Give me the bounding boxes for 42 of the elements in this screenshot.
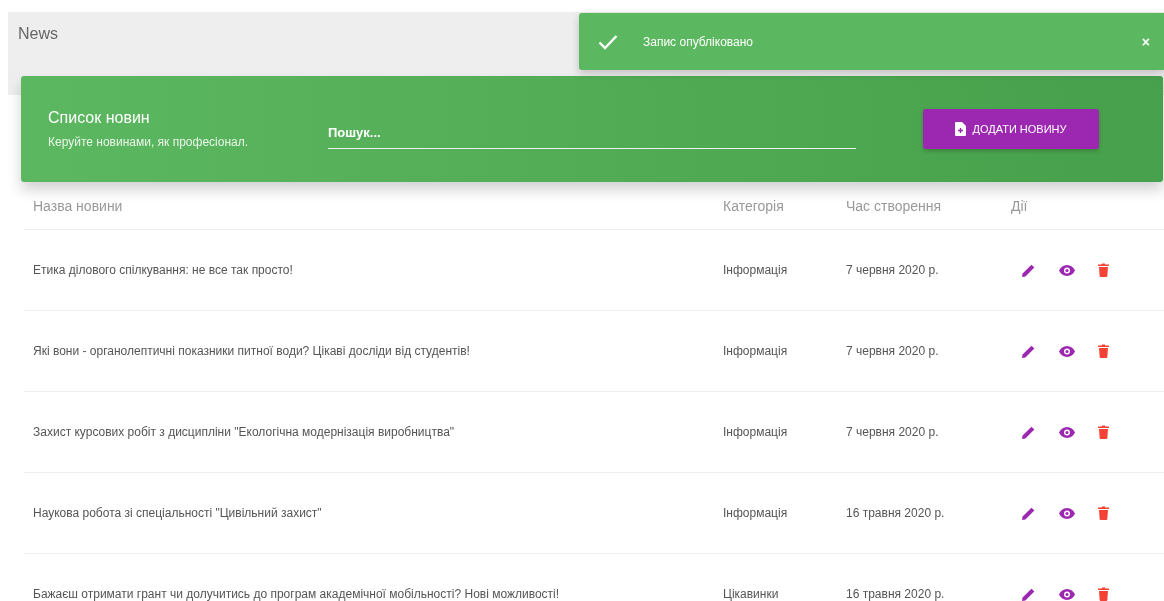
search-field[interactable]: Пошук... — [328, 119, 856, 149]
table-cell-text: Які вони - органолептичні показники питної води? Цікаві досліди від студентів! — [32, 344, 471, 358]
table-cell-text: Захист курсових робіт з дисципліни "Екологічна модернізація виробництва" — [32, 425, 456, 439]
column-header: Дії — [1011, 198, 1029, 214]
table-cell-text: Етика ділового спілкування: не все так просто! — [32, 263, 294, 277]
delete-icon[interactable] — [1098, 263, 1109, 277]
eye-icon[interactable] — [1059, 264, 1075, 276]
eye-icon[interactable] — [1059, 588, 1075, 600]
table-cell-text: 7 червня 2020 р. — [846, 344, 940, 358]
edit-icon[interactable] — [1022, 587, 1035, 601]
table-cell-text: 7 червня 2020 р. — [846, 263, 940, 277]
delete-icon[interactable] — [1098, 344, 1109, 358]
table-cell-text: Інформація — [723, 263, 789, 277]
table-cell-text: Інформація — [723, 425, 789, 439]
table-cell-text: 7 червня 2020 р. — [846, 425, 940, 439]
check-icon — [598, 33, 618, 50]
column-header: Назва новини — [32, 198, 124, 214]
table-cell-text: Бажаєш отримати грант чи долучитись до програм академічної мобільності? Нові можливості! — [32, 587, 561, 601]
column-header: Категорія — [723, 198, 785, 214]
toast-message: Запис опубліковано — [643, 34, 754, 49]
eye-icon[interactable] — [1059, 345, 1075, 357]
column-header: Час створення — [846, 198, 943, 214]
table-cell-text: Інформація — [723, 344, 789, 358]
table-cell-text: 16 травня 2020 р. — [846, 506, 946, 520]
edit-icon[interactable] — [1022, 263, 1035, 277]
table-cell-text: Наукова робота зі спеціальності "Цивільний захист" — [32, 506, 323, 520]
file-plus-icon — [955, 122, 967, 136]
eye-icon[interactable] — [1059, 426, 1075, 438]
card-title: Список новин — [48, 109, 151, 127]
table-cell-text: 16 травня 2020 р. — [846, 587, 946, 601]
add-news-button[interactable]: ДОДАТИ НОВИНУ — [923, 109, 1099, 149]
edit-icon[interactable] — [1022, 425, 1035, 439]
eye-icon[interactable] — [1059, 507, 1075, 519]
delete-icon[interactable] — [1098, 587, 1109, 601]
page-title: News — [18, 25, 58, 42]
card-subtitle: Керуйте новинами, як професіонал. — [48, 135, 250, 149]
edit-icon[interactable] — [1022, 506, 1035, 520]
delete-icon[interactable] — [1098, 506, 1109, 520]
table-cell-text: Цікавинки — [723, 587, 780, 601]
table-cell-text: Інформація — [723, 506, 789, 520]
delete-icon[interactable] — [1098, 425, 1109, 439]
edit-icon[interactable] — [1022, 344, 1035, 358]
